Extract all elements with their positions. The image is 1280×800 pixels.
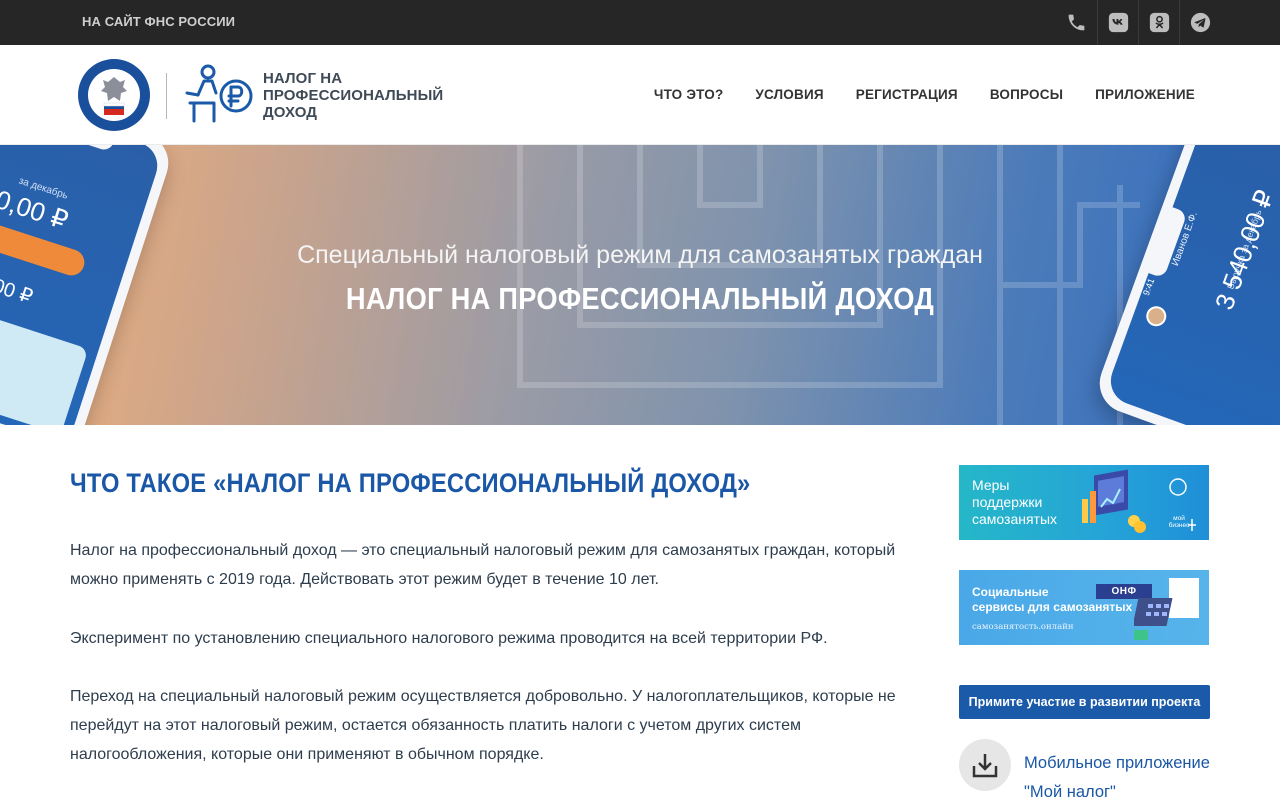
- telegram-icon: [1190, 12, 1210, 33]
- download-icon: [972, 754, 998, 778]
- nav-app[interactable]: ПРИЛОЖЕНИЕ: [1095, 87, 1195, 102]
- hero-subtitle: Специальный налоговый режим для самозаня…: [297, 241, 983, 269]
- support-measures-banner[interactable]: Меры поддержки самозанятых мой бизнес: [959, 465, 1209, 540]
- banner2-small-text: самозанятость.онлайн: [972, 622, 1074, 632]
- paragraph-1: Налог на профессиональный доход — это сп…: [70, 542, 896, 588]
- hero-banner: за декабрь 0,00 ₽ 00 ₽ 9:41 Иванов Е.Ф. …: [0, 145, 1280, 425]
- logo-text: НАЛОГ НА ПРОФЕССИОНАЛЬНЫЙ ДОХОД: [263, 70, 444, 121]
- section-title: ЧТО ТАКОЕ «НАЛОГ НА ПРОФЕССИОНАЛЬНЫЙ ДОХ…: [70, 468, 751, 498]
- vk-icon: [1108, 12, 1128, 33]
- fns-emblem-logo[interactable]: [77, 57, 151, 133]
- social-services-banner[interactable]: Социальные сервисы для самозанятых ОНФ с…: [959, 570, 1209, 645]
- social-links: [1056, 0, 1220, 45]
- main-nav: ЧТО ЭТО? УСЛОВИЯ РЕГИСТРАЦИЯ ВОПРОСЫ ПРИ…: [654, 87, 1195, 102]
- participate-button[interactable]: Примите участие в развитии проекта: [959, 685, 1210, 719]
- odnoklassniki-icon: [1149, 12, 1169, 33]
- paragraph-2: Эксперимент по установлению специального…: [70, 630, 828, 647]
- paragraph-3: Переход на специальный налоговый режим о…: [70, 688, 896, 763]
- logo-divider: [166, 73, 167, 119]
- odnoklassniki-link[interactable]: [1138, 0, 1179, 45]
- nav-what-is-it[interactable]: ЧТО ЭТО?: [654, 87, 724, 102]
- phone-icon: [1068, 14, 1085, 31]
- telegram-link[interactable]: [1179, 0, 1220, 45]
- main-content: ЧТО ТАКОЕ «НАЛОГ НА ПРОФЕССИОНАЛЬНЫЙ ДОХ…: [0, 425, 1280, 800]
- header: НАЛОГ НА ПРОФЕССИОНАЛЬНЫЙ ДОХОД ЧТО ЭТО?…: [0, 45, 1280, 145]
- banner2-calculator-illustration: [1134, 578, 1199, 640]
- banner1-text: Меры поддержки самозанятых: [972, 477, 1058, 527]
- phone-link[interactable]: [1056, 0, 1097, 45]
- mobile-app-text[interactable]: Мобильное приложение "Мой налог": [1024, 749, 1210, 800]
- top-bar: НА САЙТ ФНС РОССИИ: [0, 0, 1280, 45]
- mobile-app-link[interactable]: Мобильное приложение "Мой налог": [959, 737, 1249, 800]
- fns-site-link[interactable]: НА САЙТ ФНС РОССИИ: [82, 14, 235, 29]
- nav-conditions[interactable]: УСЛОВИЯ: [755, 87, 823, 102]
- nav-questions[interactable]: ВОПРОСЫ: [990, 87, 1063, 102]
- vk-link[interactable]: [1097, 0, 1138, 45]
- hero-title: НАЛОГ НА ПРОФЕССИОНАЛЬНЫЙ ДОХОД: [345, 281, 935, 316]
- download-icon-circle: [959, 739, 1011, 791]
- banner1-brand: мой бизнес: [1168, 515, 1190, 529]
- npd-person-ruble-logo[interactable]: [184, 63, 256, 125]
- nav-registration[interactable]: РЕГИСТРАЦИЯ: [856, 87, 958, 102]
